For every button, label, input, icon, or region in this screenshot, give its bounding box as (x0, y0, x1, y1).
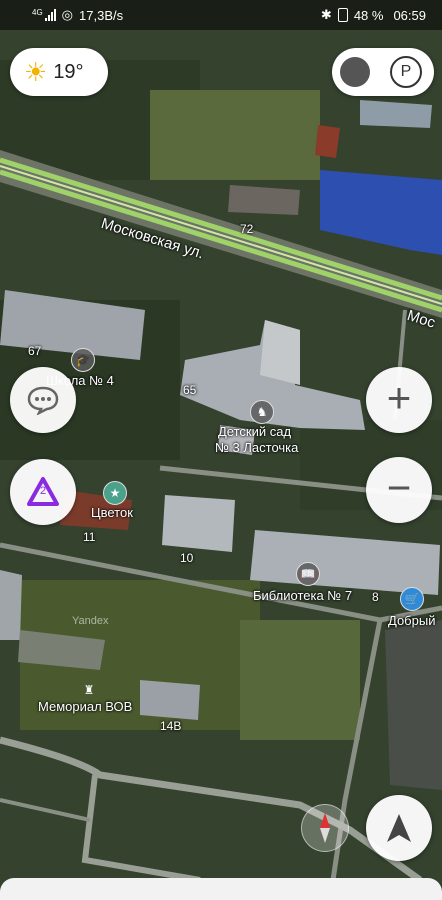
map-watermark: Yandex (72, 615, 109, 627)
navigation-arrow-icon (387, 814, 411, 842)
zoom-in-button[interactable]: + (366, 367, 432, 433)
chat-icon (27, 386, 59, 415)
wifi-icon: ◎ (61, 7, 74, 22)
house-number: 65 (183, 383, 197, 397)
star-icon[interactable]: ★ (103, 481, 127, 505)
assistant-badge: 2 (40, 485, 47, 497)
clock: 06:59 (393, 7, 426, 23)
battery-icon (337, 8, 348, 22)
temperature: 19° (53, 60, 84, 83)
zoom-out-label: − (386, 464, 412, 511)
house-number: 72 (240, 222, 254, 236)
bluetooth-icon: ✱ (320, 7, 332, 22)
house-number: 11 (83, 530, 96, 544)
house-number: 14В (160, 719, 182, 733)
assistant-button[interactable]: 2 (10, 459, 76, 525)
monument-icon[interactable]: ♜ (78, 679, 100, 701)
network-speed: 17,3B/s (79, 7, 124, 23)
network-type: 4G (32, 7, 43, 17)
weather-widget[interactable]: ☀ 19° (10, 48, 108, 96)
signal-icon (44, 9, 56, 21)
parking-label: P (400, 63, 412, 80)
my-location-button[interactable] (366, 795, 432, 861)
bottom-sheet-handle[interactable] (0, 878, 442, 900)
poi-label-kindergarten-line2[interactable]: № 3 Ласточка (215, 440, 298, 455)
house-number: 10 (180, 551, 194, 565)
compass-icon[interactable] (301, 804, 349, 852)
house-number: 67 (28, 344, 42, 358)
status-bar: 4G ◎ 17,3B/s ✱ 48 % 06:59 (0, 0, 442, 30)
poi-label-library[interactable]: Библиотека № 7 (253, 588, 352, 603)
poi-label-kindergarten-line1[interactable]: Детский сад (218, 424, 291, 439)
layers-toolbar: P (332, 48, 434, 96)
chat-button[interactable] (10, 367, 76, 433)
basket-icon[interactable]: 🛒 (400, 587, 424, 611)
zoom-out-button[interactable]: − (366, 457, 432, 523)
rocking-horse-icon[interactable]: ♞ (250, 400, 274, 424)
house-number: 8 (372, 590, 379, 604)
book-icon[interactable]: 📖 (296, 562, 320, 586)
poi-label-memorial[interactable]: Мемориал ВОВ (38, 699, 132, 714)
school-icon[interactable]: 🎓 (71, 348, 95, 372)
battery-level: 48 % (353, 7, 384, 23)
zoom-in-label: + (386, 374, 412, 421)
parking-icon[interactable]: P (390, 56, 422, 88)
layers-icon[interactable] (340, 57, 370, 87)
poi-label-flower[interactable]: Цветок (91, 505, 133, 520)
sun-icon: ☀ (24, 57, 48, 87)
poi-label-shop[interactable]: Добрый (388, 613, 435, 628)
